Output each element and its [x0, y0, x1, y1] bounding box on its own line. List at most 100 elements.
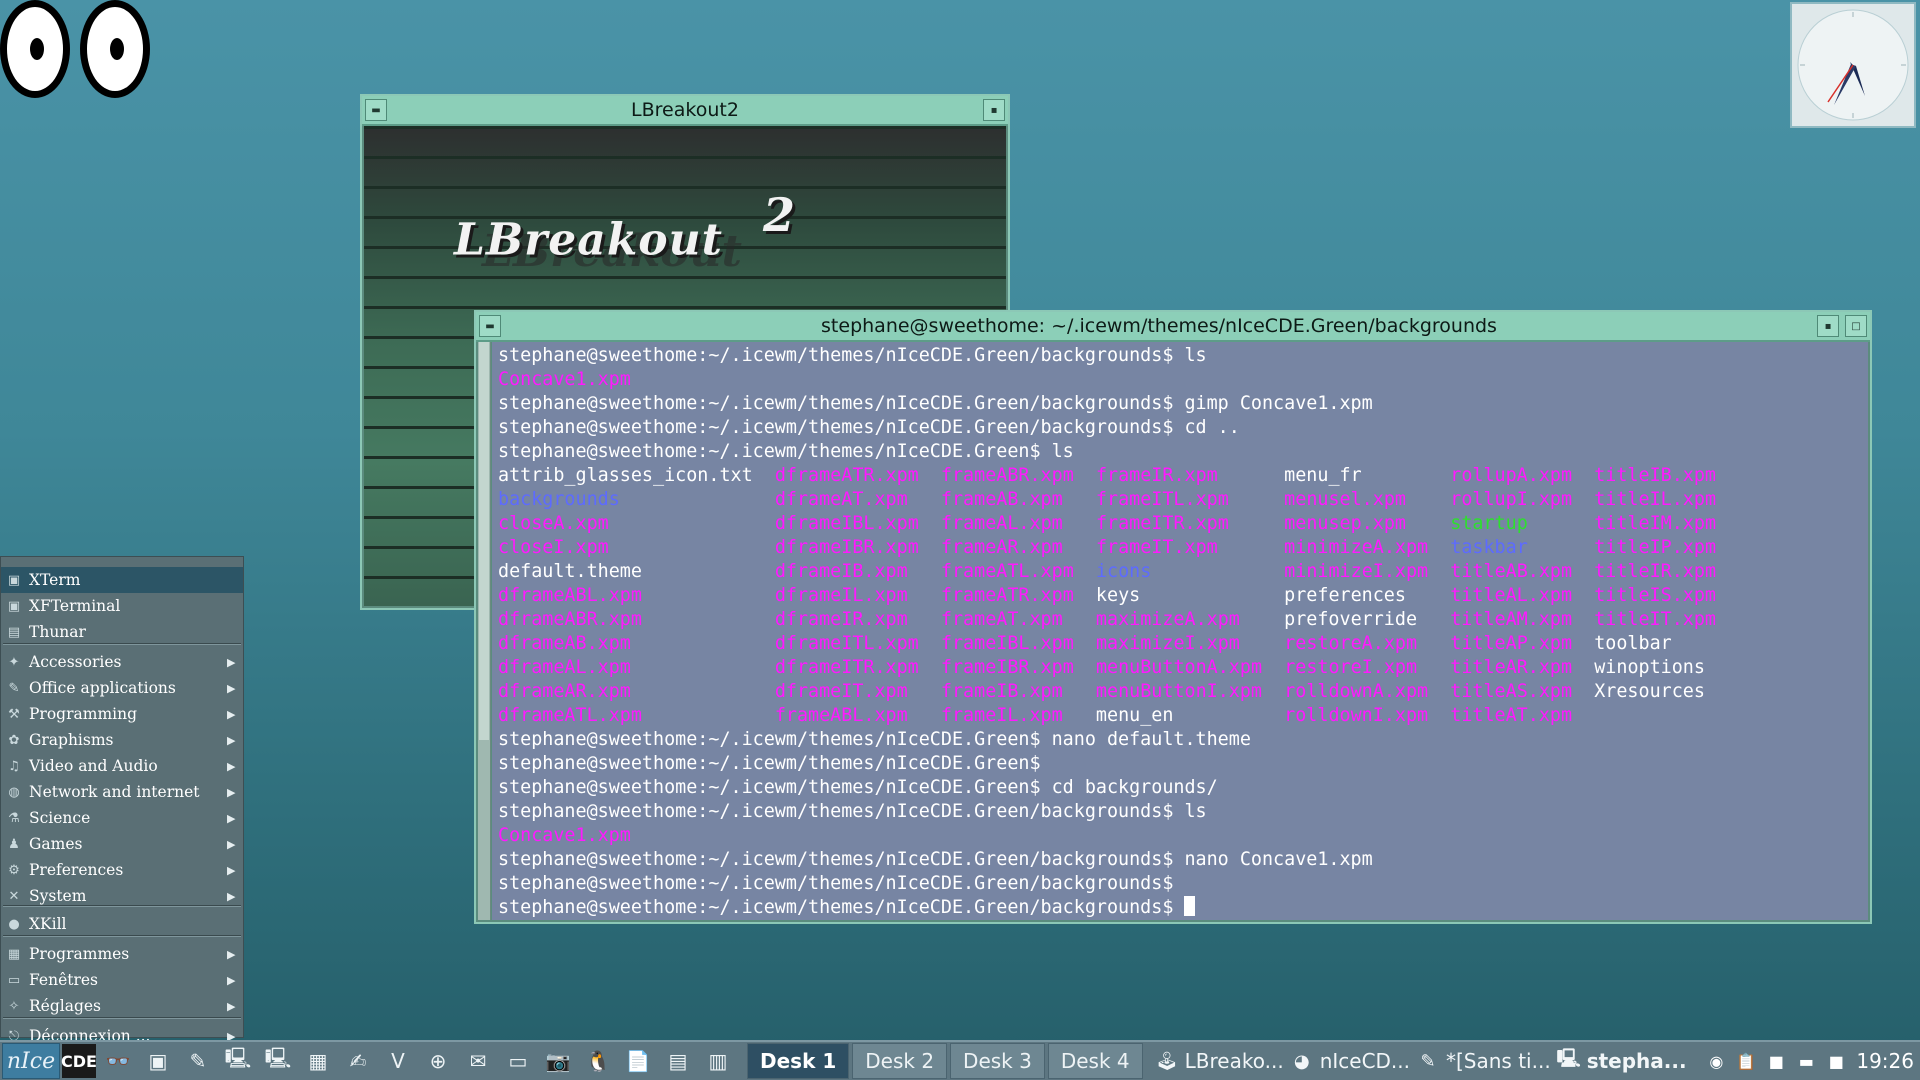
menu-item-xfterminal[interactable]: ▣ XFTerminal: [1, 593, 243, 619]
window-list-icon[interactable]: ▣: [140, 1043, 176, 1079]
mail-icon[interactable]: ✉: [460, 1043, 496, 1079]
menu-separator: [3, 905, 241, 907]
terminal-text[interactable]: stephane@sweethome:~/.icewm/themes/nIceC…: [492, 342, 1868, 920]
menu-item-science[interactable]: ⚗ Science ▶: [1, 805, 243, 831]
accessories-icon: ✦: [8, 654, 20, 670]
tools-icon[interactable]: ✎: [180, 1043, 216, 1079]
task-button[interactable]: 🖳 stepha...: [1555, 1043, 1687, 1079]
menu-item-accessories[interactable]: ✦ Accessories ▶: [1, 649, 243, 675]
submenu-arrow-icon: ▶: [227, 811, 236, 825]
xkill-icon: ●: [8, 916, 20, 932]
game-icon: 🕹: [1155, 1050, 1179, 1072]
cpu-monitor-icon[interactable]: ■: [1764, 1048, 1788, 1074]
network-icon: ◍: [8, 784, 20, 800]
menu-item-xkill[interactable]: ● XKill: [1, 911, 243, 937]
task-button[interactable]: ✎ *[Sans ti...: [1414, 1043, 1551, 1079]
menu-item-programming[interactable]: ⚒ Programming ▶: [1, 701, 243, 727]
terminal-titlebar[interactable]: ▬ stephane@sweethome: ~/.icewm/themes/nI…: [476, 312, 1870, 342]
menu-item-label: Video and Audio: [29, 757, 158, 775]
menu-separator: [3, 1017, 241, 1019]
folder-icon[interactable]: ▭: [500, 1043, 536, 1079]
system-tray: ◉ 📋 ■ ▬ ■ 19:26: [1698, 1048, 1920, 1074]
menu-item-video-and-audio[interactable]: ♫ Video and Audio ▶: [1, 753, 243, 779]
terminal-icon[interactable]: 🖳: [260, 1043, 296, 1079]
desk-3-button[interactable]: Desk 3: [950, 1043, 1045, 1079]
antivirus-icon[interactable]: ◉: [1704, 1048, 1728, 1074]
calculator-icon[interactable]: ▦: [300, 1043, 336, 1079]
terminal-output[interactable]: stephane@sweethome:~/.icewm/themes/nIceC…: [492, 342, 1868, 920]
menu-item-label: Réglages: [29, 997, 102, 1015]
lbreakout-titlebar[interactable]: ▬ LBreakout2 ▪: [362, 96, 1008, 126]
system-icon: ✕: [8, 888, 20, 904]
scrollbar-thumb[interactable]: [479, 342, 489, 740]
menu-item-office-applications[interactable]: ✎ Office applications ▶: [1, 675, 243, 701]
science-icon: ⚗: [8, 810, 20, 826]
window-menu-button[interactable]: ▬: [479, 315, 501, 337]
minimize-button[interactable]: ▪: [983, 99, 1005, 121]
submenu-arrow-icon: ▶: [227, 681, 236, 695]
desk-4-button[interactable]: Desk 4: [1047, 1043, 1143, 1079]
spreadsheet-icon[interactable]: ▤: [660, 1043, 696, 1079]
submenu-arrow-icon: ▶: [227, 759, 236, 773]
file-manager-icon: ▤: [7, 624, 21, 640]
menu-item-preferences[interactable]: ⚙ Preferences ▶: [1, 857, 243, 883]
task-label: stepha...: [1586, 1049, 1687, 1073]
preferences-icon: ⚙: [8, 862, 20, 878]
menu-item-thunar[interactable]: ▤ Thunar: [1, 619, 243, 645]
submenu-arrow-icon: ▶: [227, 947, 236, 961]
menu-item-label: Science: [29, 809, 91, 827]
firefox-icon: ◕: [1293, 1050, 1310, 1072]
terminal-scrollbar[interactable]: [478, 342, 491, 920]
desk-2-button[interactable]: Desk 2: [852, 1043, 948, 1079]
terminal-title: stephane@sweethome: ~/.icewm/themes/nIce…: [821, 315, 1497, 337]
network-monitor-icon[interactable]: ▬: [1794, 1048, 1818, 1074]
cde-button[interactable]: CDE: [61, 1044, 97, 1078]
menu-item-label: XFTerminal: [29, 597, 121, 615]
desktop-switcher: Desk 1 Desk 2 Desk 3 Desk 4: [744, 1043, 1143, 1079]
menu-item-network-and-internet[interactable]: ◍ Network and internet ▶: [1, 779, 243, 805]
writer-icon[interactable]: 📄: [620, 1043, 656, 1079]
terminal-icon: ▣: [7, 598, 21, 614]
task-button[interactable]: 🕹 LBreako...: [1153, 1043, 1283, 1079]
menu-item-fen-tres[interactable]: ▭ Fenêtres ▶: [1, 967, 243, 993]
network-icon[interactable]: ⊕: [420, 1043, 456, 1079]
glasses-icon[interactable]: 👓: [100, 1043, 136, 1079]
camera-icon[interactable]: 📷: [540, 1043, 576, 1079]
menu-item-r-glages[interactable]: ✧ Réglages ▶: [1, 993, 243, 1019]
maximize-button[interactable]: □: [1845, 315, 1867, 337]
taskbar-clock[interactable]: 19:26: [1856, 1049, 1914, 1073]
clipboard-icon[interactable]: 📋: [1734, 1048, 1758, 1074]
submenu-arrow-icon: ▶: [227, 837, 236, 851]
window-menu-button[interactable]: ▬: [365, 99, 387, 121]
terminal-icon: ▣: [7, 572, 21, 588]
presentation-icon[interactable]: ▥: [700, 1043, 736, 1079]
start-button[interactable]: nIce: [2, 1043, 60, 1079]
task-button[interactable]: ◕ nIceCD...: [1288, 1043, 1410, 1079]
submenu-arrow-icon: ▶: [227, 655, 236, 669]
menu-item-xterm[interactable]: ▣ XTerm: [1, 567, 243, 593]
menu-item-label: Preferences: [29, 861, 124, 879]
menu-item-graphisms[interactable]: ✿ Graphisms ▶: [1, 727, 243, 753]
menu-item-label: System: [29, 887, 87, 905]
start-menu[interactable]: ▣ XTerm ▣ XFTerminal ▤ Thunar ✦ Accessories ▶ ✎ Of…: [0, 556, 244, 1045]
minimize-button[interactable]: ▪: [1817, 315, 1839, 337]
menu-item-label: Programmes: [29, 945, 130, 963]
penguin-icon[interactable]: 🐧: [580, 1043, 616, 1079]
terminal-window[interactable]: ▬ stephane@sweethome: ~/.icewm/themes/nI…: [474, 310, 1872, 924]
memory-monitor-icon[interactable]: ■: [1824, 1048, 1848, 1074]
analog-clock: [1790, 2, 1916, 128]
desk-1-button[interactable]: Desk 1: [747, 1043, 850, 1079]
monitor-icon[interactable]: 🖳: [220, 1043, 256, 1079]
task-label: *[Sans ti...: [1446, 1049, 1551, 1073]
submenu-arrow-icon: ▶: [227, 707, 236, 721]
menu-item-games[interactable]: ♟ Games ▶: [1, 831, 243, 857]
menu-item-label: XTerm: [29, 571, 81, 589]
submenu-arrow-icon: ▶: [227, 889, 236, 903]
vim-icon[interactable]: V: [380, 1043, 416, 1079]
multimedia-icon: ♫: [8, 758, 20, 774]
lbreakout-title: LBreakout2: [631, 99, 739, 121]
programs-icon: ▦: [7, 946, 21, 962]
text-editor-icon[interactable]: ✍: [340, 1043, 376, 1079]
menu-item-programmes[interactable]: ▦ Programmes ▶: [1, 941, 243, 967]
editor-icon: ✎: [1420, 1050, 1436, 1072]
